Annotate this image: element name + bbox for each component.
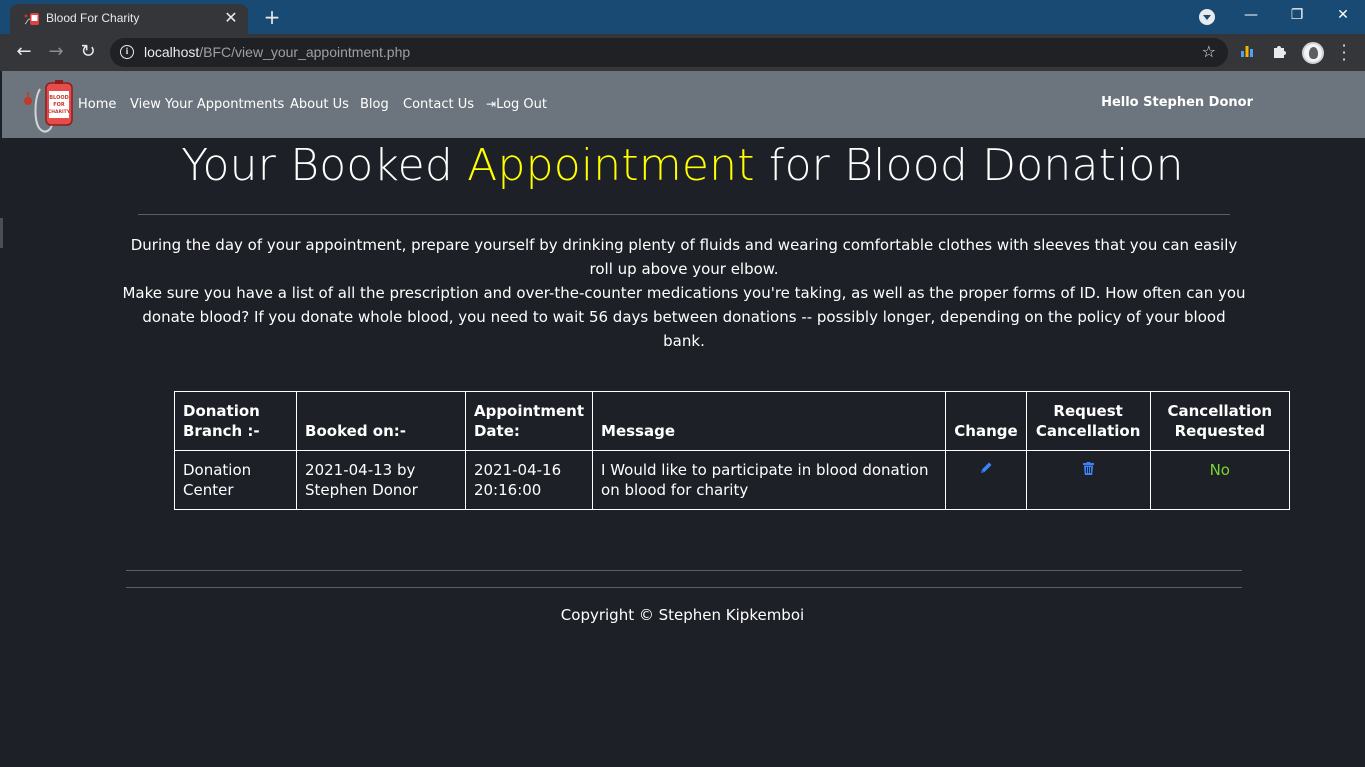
intro-paragraph-2: Make sure you have a list of all the pre… [122,284,1246,350]
table-header-row: Donation Branch :- Booked on:- Appointme… [173,391,1291,451]
reload-icon[interactable]: ↻ [76,41,100,65]
address-bar[interactable]: i localhost/BFC/view_your_appointment.ph… [110,38,1228,67]
analytics-extension-icon[interactable] [1237,43,1257,63]
page-edge-marker [0,218,3,248]
extensions-puzzle-icon[interactable] [1269,43,1289,63]
site-info-icon[interactable]: i [120,45,134,59]
cell-message: I Would like to participate in blood don… [592,450,947,510]
cell-cancellation-requested: No [1149,450,1291,510]
trash-icon[interactable] [1082,460,1094,475]
cell-change [945,450,1027,510]
browser-tab-bar: Blood For Charity ✕ + — ❐ ✕ [0,0,1365,34]
close-tab-icon[interactable]: ✕ [222,9,240,27]
user-greeting: Hello Stephen Donor [1101,95,1253,110]
nav-view-appointments-link[interactable]: View Your Appontments [130,97,284,112]
svg-text:FOR: FOR [53,102,65,108]
svg-text:CHARITY: CHARITY [48,109,71,115]
cell-branch: Donation Center [173,450,298,510]
logout-label: Log Out [496,97,547,112]
browser-toolbar: ← → ↻ i localhost/BFC/view_your_appointm… [0,34,1365,71]
blood-for-charity-logo[interactable]: BLOOD FOR CHARITY [22,79,74,133]
nav-blog-link[interactable]: Blog [360,97,389,112]
header-request-cancellation: Request Cancellation [1025,391,1151,451]
logout-icon: ⇥ [486,97,497,111]
nav-logout-link[interactable]: ⇥Log Out [486,97,547,112]
back-arrow-icon[interactable]: ← [12,41,36,65]
profile-avatar[interactable] [1302,42,1324,64]
appointments-table: Donation Branch :- Booked on:- Appointme… [173,391,1291,510]
cell-booked-on: 2021-04-13 by Stephen Donor [296,450,466,510]
header-donation-branch: Donation Branch :- [173,391,298,451]
minimize-icon[interactable]: — [1236,4,1266,26]
browser-menu-icon[interactable]: · · · [1338,38,1350,68]
title-divider [138,214,1230,215]
cell-request-cancellation [1025,450,1151,510]
intro-text: During the day of your appointment, prep… [122,233,1246,353]
page-title: Your Booked Appointment for Blood Donati… [181,140,1184,191]
header-booked-on: Booked on:- [296,391,466,451]
pencil-icon[interactable] [979,460,993,480]
tab-title: Blood For Charity [46,11,140,25]
header-change: Change [945,391,1027,451]
nav-contact-link[interactable]: Contact Us [403,97,474,112]
title-accent: Appointment [467,140,755,191]
header-cancellation-requested: Cancellation Requested [1149,391,1291,451]
intro-paragraph-1: During the day of your appointment, prep… [130,236,1238,278]
browser-tab[interactable]: Blood For Charity ✕ [10,4,248,34]
cell-appointment-date: 2021-04-16 20:16:00 [464,450,594,510]
window-close-icon[interactable]: ✕ [1328,4,1358,26]
table-row: Donation Center 2021-04-13 by Stephen Do… [173,450,1291,510]
site-navbar: BLOOD FOR CHARITY Home View Your Appontm… [2,71,1365,138]
header-appointment-date: Appointment Date: [464,391,594,451]
nav-about-link[interactable]: About Us [290,97,349,112]
footer-divider-top [126,570,1242,571]
blood-bag-favicon-icon [24,13,39,25]
footer-divider-bottom [126,587,1242,588]
restore-icon[interactable]: ❐ [1282,4,1312,26]
nav-home-link[interactable]: Home [78,97,116,112]
bookmark-star-icon[interactable]: ☆ [1202,42,1216,61]
footer-copyright: Copyright © Stephen Kipkemboi [560,606,805,624]
cancellation-status: No [1209,461,1230,479]
forward-arrow-icon[interactable]: → [44,41,68,65]
svg-text:BLOOD: BLOOD [49,95,68,101]
url-text: localhost/BFC/view_your_appointment.php [144,44,411,60]
header-message: Message [592,391,947,451]
tab-search-icon[interactable] [1199,9,1215,25]
new-tab-icon[interactable]: + [262,6,282,28]
